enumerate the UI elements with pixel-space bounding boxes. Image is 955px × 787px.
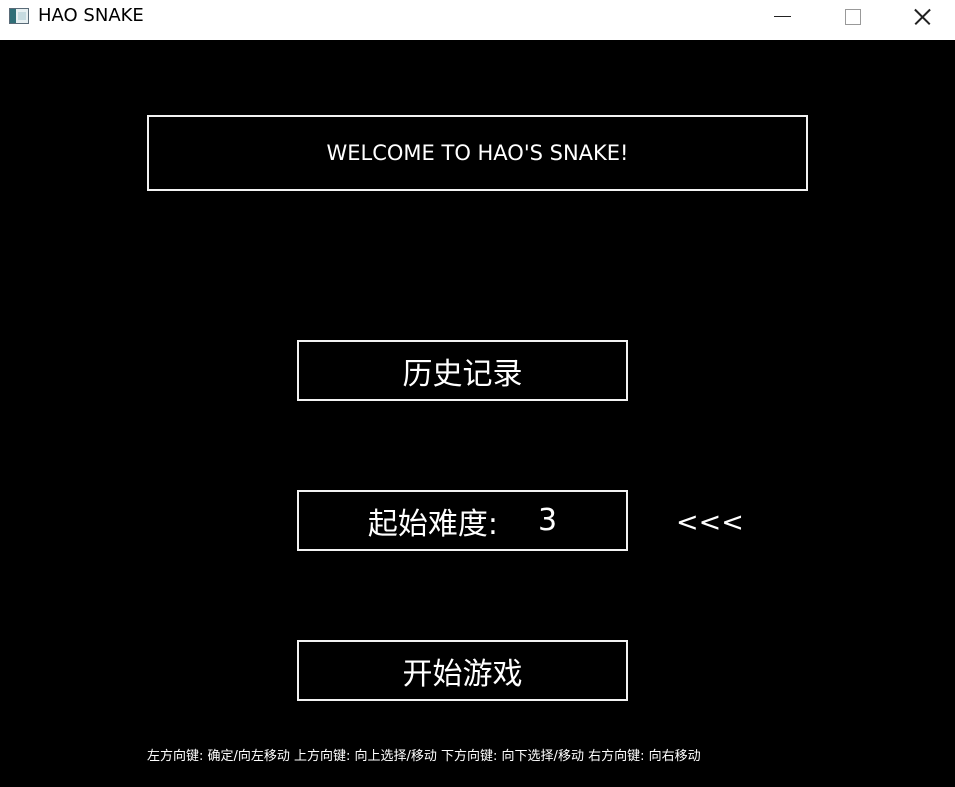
window-titlebar[interactable]: HAO SNAKE	[0, 0, 955, 40]
difficulty-label: 起始难度:	[367, 506, 498, 542]
minimize-button[interactable]	[747, 0, 817, 32]
difficulty-value: 3	[538, 503, 558, 538]
window-title: HAO SNAKE	[38, 5, 144, 26]
selection-cursor: <<<	[676, 507, 744, 538]
welcome-text: WELCOME TO HAO'S SNAKE!	[326, 141, 629, 165]
history-label: 历史记录	[402, 356, 523, 392]
close-button[interactable]	[886, 0, 955, 32]
welcome-banner: WELCOME TO HAO'S SNAKE!	[147, 115, 808, 191]
app-window-icon	[9, 8, 29, 24]
history-button[interactable]: 历史记录	[297, 340, 628, 401]
game-menu-screen: WELCOME TO HAO'S SNAKE! 历史记录 起始难度: 3 <<<…	[0, 40, 955, 787]
difficulty-selector[interactable]: 起始难度: 3	[297, 490, 628, 551]
controls-instructions: 左方向键: 确定/向左移动 上方向键: 向上选择/移动 下方向键: 向下选择/移…	[147, 749, 701, 764]
maximize-button[interactable]	[817, 0, 887, 32]
start-game-label: 开始游戏	[402, 656, 523, 692]
start-game-button[interactable]: 开始游戏	[297, 640, 628, 701]
